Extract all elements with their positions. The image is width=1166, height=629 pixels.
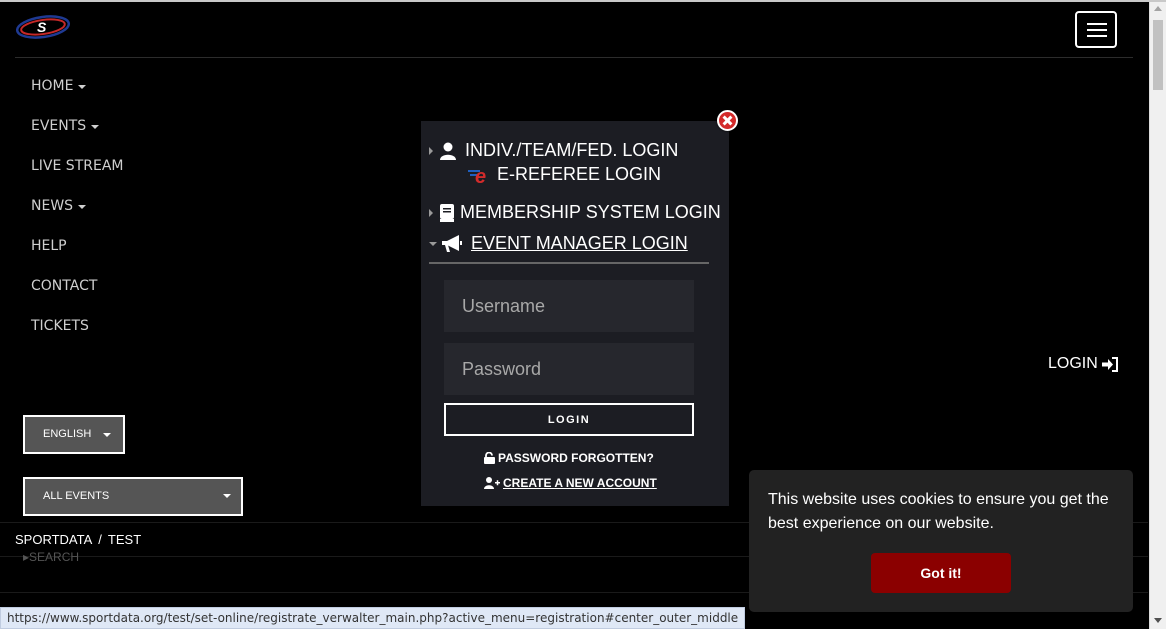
nav-item-label: EVENTS xyxy=(31,118,87,134)
nav-item-label: HELP xyxy=(31,238,67,254)
caret-down-icon xyxy=(78,205,87,209)
login-link-label: LOGIN xyxy=(1048,355,1098,372)
nav-item-contact[interactable]: CONTACT xyxy=(31,276,123,316)
password-input[interactable] xyxy=(444,343,694,395)
login-option-indiv[interactable]: INDIV./TEAM/FED. LOGIN xyxy=(429,140,678,161)
login-option-label: E-REFEREE LOGIN xyxy=(497,163,662,184)
nav-item-home[interactable]: HOME xyxy=(31,76,123,116)
header-divider xyxy=(15,57,1133,58)
nav-item-label: NEWS xyxy=(31,198,74,214)
breadcrumb-current[interactable]: TEST xyxy=(108,532,141,547)
cookie-banner: This website uses cookies to ensure you … xyxy=(749,470,1133,612)
login-option-ereferee[interactable]: e E-REFEREE LOGIN xyxy=(466,163,661,185)
breadcrumb: SPORTDATA / TEST xyxy=(15,532,141,547)
svg-text:e: e xyxy=(475,166,486,185)
password-forgotten-label: PASSWORD FORGOTTEN? xyxy=(498,451,654,465)
language-select-value: ENGLISH xyxy=(43,428,92,440)
main-nav: HOME EVENTS LIVE STREAM NEWS HELP CONTAC… xyxy=(31,76,123,356)
cookie-message: This website uses cookies to ensure you … xyxy=(768,491,1109,532)
hamburger-line xyxy=(1087,29,1107,31)
scrollbar-thumb[interactable] xyxy=(1153,20,1163,90)
user-plus-icon xyxy=(484,477,500,489)
login-button[interactable]: LOGIN xyxy=(444,403,694,436)
nav-item-events[interactable]: EVENTS xyxy=(31,116,123,156)
breadcrumb-separator: / xyxy=(98,532,102,547)
browser-status-url: https://www.sportdata.org/test/set-onlin… xyxy=(0,607,746,629)
scroll-down-icon[interactable] xyxy=(1154,618,1162,623)
unlock-icon xyxy=(484,452,495,464)
sportdata-logo-icon[interactable]: S xyxy=(16,14,72,40)
login-option-event-manager[interactable]: EVENT MANAGER LOGIN xyxy=(429,233,688,254)
breadcrumb-root[interactable]: SPORTDATA xyxy=(15,532,92,547)
megaphone-icon xyxy=(442,234,462,252)
caret-down-icon xyxy=(429,241,437,246)
caret-down-icon xyxy=(223,494,231,498)
vertical-scrollbar[interactable] xyxy=(1149,2,1166,629)
user-icon xyxy=(440,142,456,160)
login-option-label: MEMBERSHIP SYSTEM LOGIN xyxy=(460,202,721,222)
window-top-border xyxy=(0,0,1166,2)
events-select-value: ALL EVENTS xyxy=(43,490,110,502)
nav-item-label: TICKETS xyxy=(31,318,89,334)
nav-item-label: LIVE STREAM xyxy=(31,158,124,174)
nav-item-label: CONTACT xyxy=(31,278,98,294)
nav-item-label: HOME xyxy=(31,78,74,94)
modal-divider xyxy=(429,262,709,264)
nav-item-help[interactable]: HELP xyxy=(31,236,123,276)
username-input[interactable] xyxy=(444,280,694,332)
hamburger-menu-button[interactable] xyxy=(1075,11,1117,48)
e-referee-logo-icon: e xyxy=(468,166,486,185)
login-option-label: EVENT MANAGER LOGIN xyxy=(471,233,688,253)
events-select[interactable]: ALL EVENTS xyxy=(23,477,243,516)
caret-right-icon xyxy=(429,146,433,155)
caret-down-icon xyxy=(91,125,100,129)
login-option-label: INDIV./TEAM/FED. LOGIN xyxy=(465,140,679,160)
close-icon[interactable] xyxy=(717,110,738,131)
scroll-up-icon[interactable] xyxy=(1154,6,1162,11)
language-select[interactable]: ENGLISH xyxy=(23,415,125,454)
create-account-link[interactable]: CREATE A NEW ACCOUNT xyxy=(484,476,657,490)
password-forgotten-link[interactable]: PASSWORD FORGOTTEN? xyxy=(484,451,654,465)
sign-in-icon xyxy=(1101,356,1118,372)
caret-down-icon xyxy=(78,85,87,89)
create-account-label: CREATE A NEW ACCOUNT xyxy=(503,476,657,490)
search-link[interactable]: ▸SEARCH xyxy=(23,550,79,564)
svg-text:S: S xyxy=(37,19,47,35)
book-icon xyxy=(440,203,454,222)
hamburger-line xyxy=(1087,23,1107,25)
login-option-membership[interactable]: MEMBERSHIP SYSTEM LOGIN xyxy=(429,202,721,223)
cookie-accept-button[interactable]: Got it! xyxy=(871,553,1011,593)
nav-item-live-stream[interactable]: LIVE STREAM xyxy=(31,156,123,196)
login-link[interactable]: LOGIN xyxy=(1048,355,1119,373)
caret-right-icon xyxy=(429,208,433,217)
nav-item-tickets[interactable]: TICKETS xyxy=(31,316,123,356)
hamburger-line xyxy=(1087,35,1107,37)
nav-item-news[interactable]: NEWS xyxy=(31,196,123,236)
search-label: SEARCH xyxy=(29,550,80,564)
caret-down-icon xyxy=(103,433,111,437)
